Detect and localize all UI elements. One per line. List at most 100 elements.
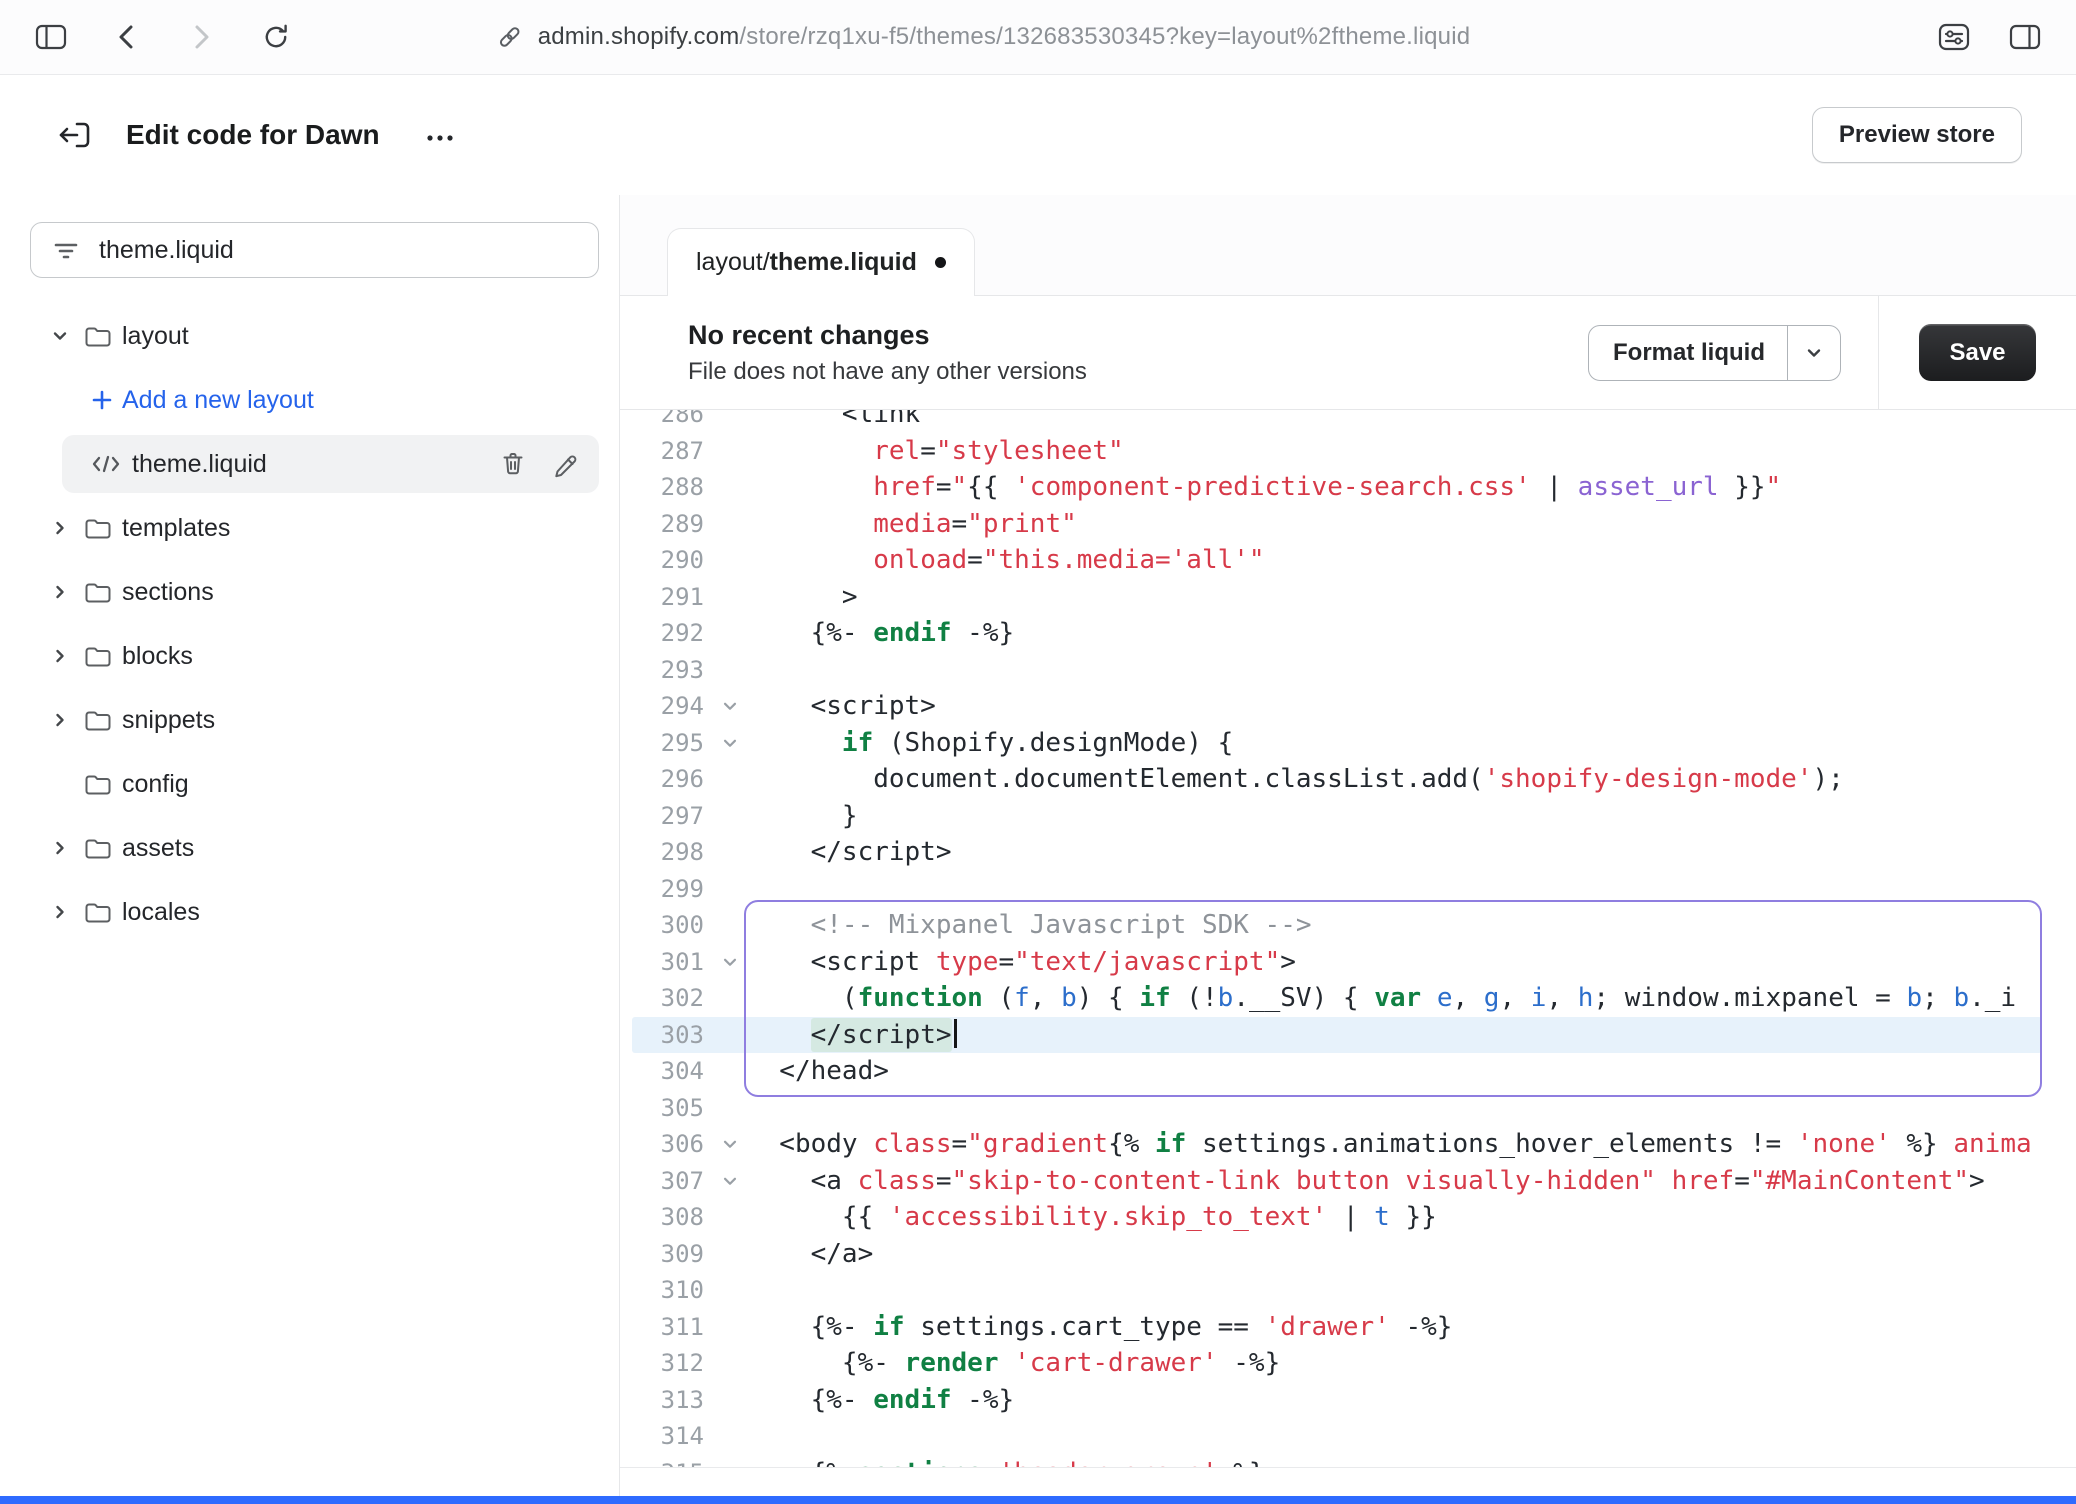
fold-toggle-icon[interactable] — [712, 1126, 748, 1163]
code-line[interactable]: 314 — [620, 1418, 2076, 1455]
fold-spacer — [712, 433, 748, 470]
fold-spacer — [712, 1309, 748, 1346]
fold-spacer — [712, 1053, 748, 1090]
sidebar-item-label: templates — [122, 514, 230, 543]
forward-button[interactable] — [186, 21, 216, 53]
code-line[interactable]: 299 — [620, 871, 2076, 908]
file-search[interactable] — [30, 222, 599, 278]
chevron-right-icon[interactable] — [42, 710, 78, 730]
line-number: 286 — [620, 410, 712, 433]
sidebar-item-sections[interactable]: sections — [0, 560, 619, 624]
sidebar-item-config[interactable]: config — [0, 752, 619, 816]
reload-button[interactable] — [260, 21, 292, 53]
fold-spacer — [712, 1382, 748, 1419]
code-line[interactable]: 308 {{ 'accessibility.skip_to_text' | t … — [620, 1199, 2076, 1236]
code-text: {%- render 'cart-drawer' -%} — [748, 1345, 1280, 1382]
code-line[interactable]: 315 {% sections 'header-group' %} — [620, 1455, 2076, 1469]
folder-icon — [78, 644, 118, 668]
chevron-right-icon[interactable] — [42, 902, 78, 922]
sidebar-item-label: assets — [122, 834, 194, 863]
fold-toggle-icon[interactable] — [712, 725, 748, 762]
code-line[interactable]: 290 onload="this.media='all'" — [620, 542, 2076, 579]
sidebar-toggle-icon[interactable] — [34, 21, 68, 53]
line-number: 304 — [620, 1053, 712, 1090]
search-input[interactable] — [99, 236, 578, 265]
tab-theme-liquid[interactable]: layout/theme.liquid — [667, 228, 975, 296]
line-number: 296 — [620, 761, 712, 798]
line-number: 301 — [620, 944, 712, 981]
app-header: Edit code for Dawn Preview store — [0, 75, 2076, 195]
code-line[interactable]: 296 document.documentElement.classList.a… — [620, 761, 2076, 798]
folder-icon — [78, 324, 118, 348]
code-line[interactable]: 312 {%- render 'cart-drawer' -%} — [620, 1345, 2076, 1382]
tab-file-name: theme.liquid — [770, 248, 917, 277]
sidebar-item-theme-liquid[interactable]: theme.liquid — [0, 432, 619, 496]
code-line[interactable]: 287 rel="stylesheet" — [620, 433, 2076, 470]
code-line[interactable]: 303 </script> — [620, 1017, 2076, 1054]
chevron-down-icon[interactable] — [42, 326, 78, 346]
code-text: rel="stylesheet" — [748, 433, 1124, 470]
code-text: <script> — [748, 688, 936, 725]
code-line[interactable]: 302 (function (f, b) { if (!b.__SV) { va… — [620, 980, 2076, 1017]
code-line[interactable]: 313 {%- endif -%} — [620, 1382, 2076, 1419]
code-line[interactable]: 309 </a> — [620, 1236, 2076, 1273]
line-number: 288 — [620, 469, 712, 506]
preview-store-button[interactable]: Preview store — [1812, 107, 2022, 163]
code-line[interactable]: 292 {%- endif -%} — [620, 615, 2076, 652]
code-line[interactable]: 291 > — [620, 579, 2076, 616]
fold-toggle-icon[interactable] — [712, 688, 748, 725]
sidebar-item-blocks[interactable]: blocks — [0, 624, 619, 688]
code-line[interactable]: 295 if (Shopify.designMode) { — [620, 725, 2076, 762]
back-button[interactable] — [112, 21, 142, 53]
format-options-chevron-icon[interactable] — [1788, 326, 1840, 380]
code-line[interactable]: 289 media="print" — [620, 506, 2076, 543]
save-button[interactable]: Save — [1919, 324, 2035, 381]
more-options-icon[interactable] — [422, 125, 458, 145]
code-line[interactable]: 294 <script> — [620, 688, 2076, 725]
code-line[interactable]: 297 } — [620, 798, 2076, 835]
code-line[interactable]: 293 — [620, 652, 2076, 689]
chevron-right-icon[interactable] — [42, 518, 78, 538]
code-text: {%- endif -%} — [748, 615, 1014, 652]
sidebar-item-snippets[interactable]: snippets — [0, 688, 619, 752]
format-liquid-button[interactable]: Format liquid — [1588, 325, 1841, 381]
right-sidebar-icon[interactable] — [2008, 21, 2042, 53]
line-number: 306 — [620, 1126, 712, 1163]
code-line[interactable]: 311 {%- if settings.cart_type == 'drawer… — [620, 1309, 2076, 1346]
delete-file-button[interactable] — [499, 450, 527, 478]
fold-toggle-icon[interactable] — [712, 1163, 748, 1200]
sidebar-item-add-a-new-layout[interactable]: Add a new layout — [0, 368, 619, 432]
extensions-icon[interactable] — [1936, 21, 1972, 53]
line-number: 291 — [620, 579, 712, 616]
line-number: 287 — [620, 433, 712, 470]
file-status-bar: No recent changes File does not have any… — [620, 296, 2076, 410]
line-number: 313 — [620, 1382, 712, 1419]
code-line[interactable]: 301 <script type="text/javascript"> — [620, 944, 2076, 981]
sidebar-item-assets[interactable]: assets — [0, 816, 619, 880]
sidebar-item-label: config — [122, 770, 189, 799]
fold-spacer — [712, 410, 748, 433]
code-line[interactable]: 305 — [620, 1090, 2076, 1127]
code-text: onload="this.media='all'" — [748, 542, 1265, 579]
sidebar-item-layout[interactable]: layout — [0, 304, 619, 368]
code-line[interactable]: 288 href="{{ 'component-predictive-searc… — [620, 469, 2076, 506]
code-editor[interactable]: 286 <link287 rel="stylesheet"288 href="{… — [620, 410, 2076, 1468]
line-number: 310 — [620, 1272, 712, 1309]
code-line[interactable]: 306 <body class="gradient{% if settings.… — [620, 1126, 2076, 1163]
sidebar-item-locales[interactable]: locales — [0, 880, 619, 944]
chevron-right-icon[interactable] — [42, 582, 78, 602]
sidebar-item-templates[interactable]: templates — [0, 496, 619, 560]
exit-editor-button[interactable] — [56, 117, 92, 153]
code-line[interactable]: 286 <link — [620, 410, 2076, 433]
code-line[interactable]: 298 </script> — [620, 834, 2076, 871]
code-line[interactable]: 310 — [620, 1272, 2076, 1309]
rename-file-button[interactable] — [551, 450, 579, 478]
line-number: 290 — [620, 542, 712, 579]
fold-toggle-icon[interactable] — [712, 944, 748, 981]
code-line[interactable]: 300 <!-- Mixpanel Javascript SDK --> — [620, 907, 2076, 944]
chevron-right-icon[interactable] — [42, 646, 78, 666]
code-line[interactable]: 307 <a class="skip-to-content-link butto… — [620, 1163, 2076, 1200]
code-line[interactable]: 304 </head> — [620, 1053, 2076, 1090]
address-bar[interactable]: admin.shopify.com/store/rzq1xu-f5/themes… — [496, 23, 1471, 51]
chevron-right-icon[interactable] — [42, 838, 78, 858]
